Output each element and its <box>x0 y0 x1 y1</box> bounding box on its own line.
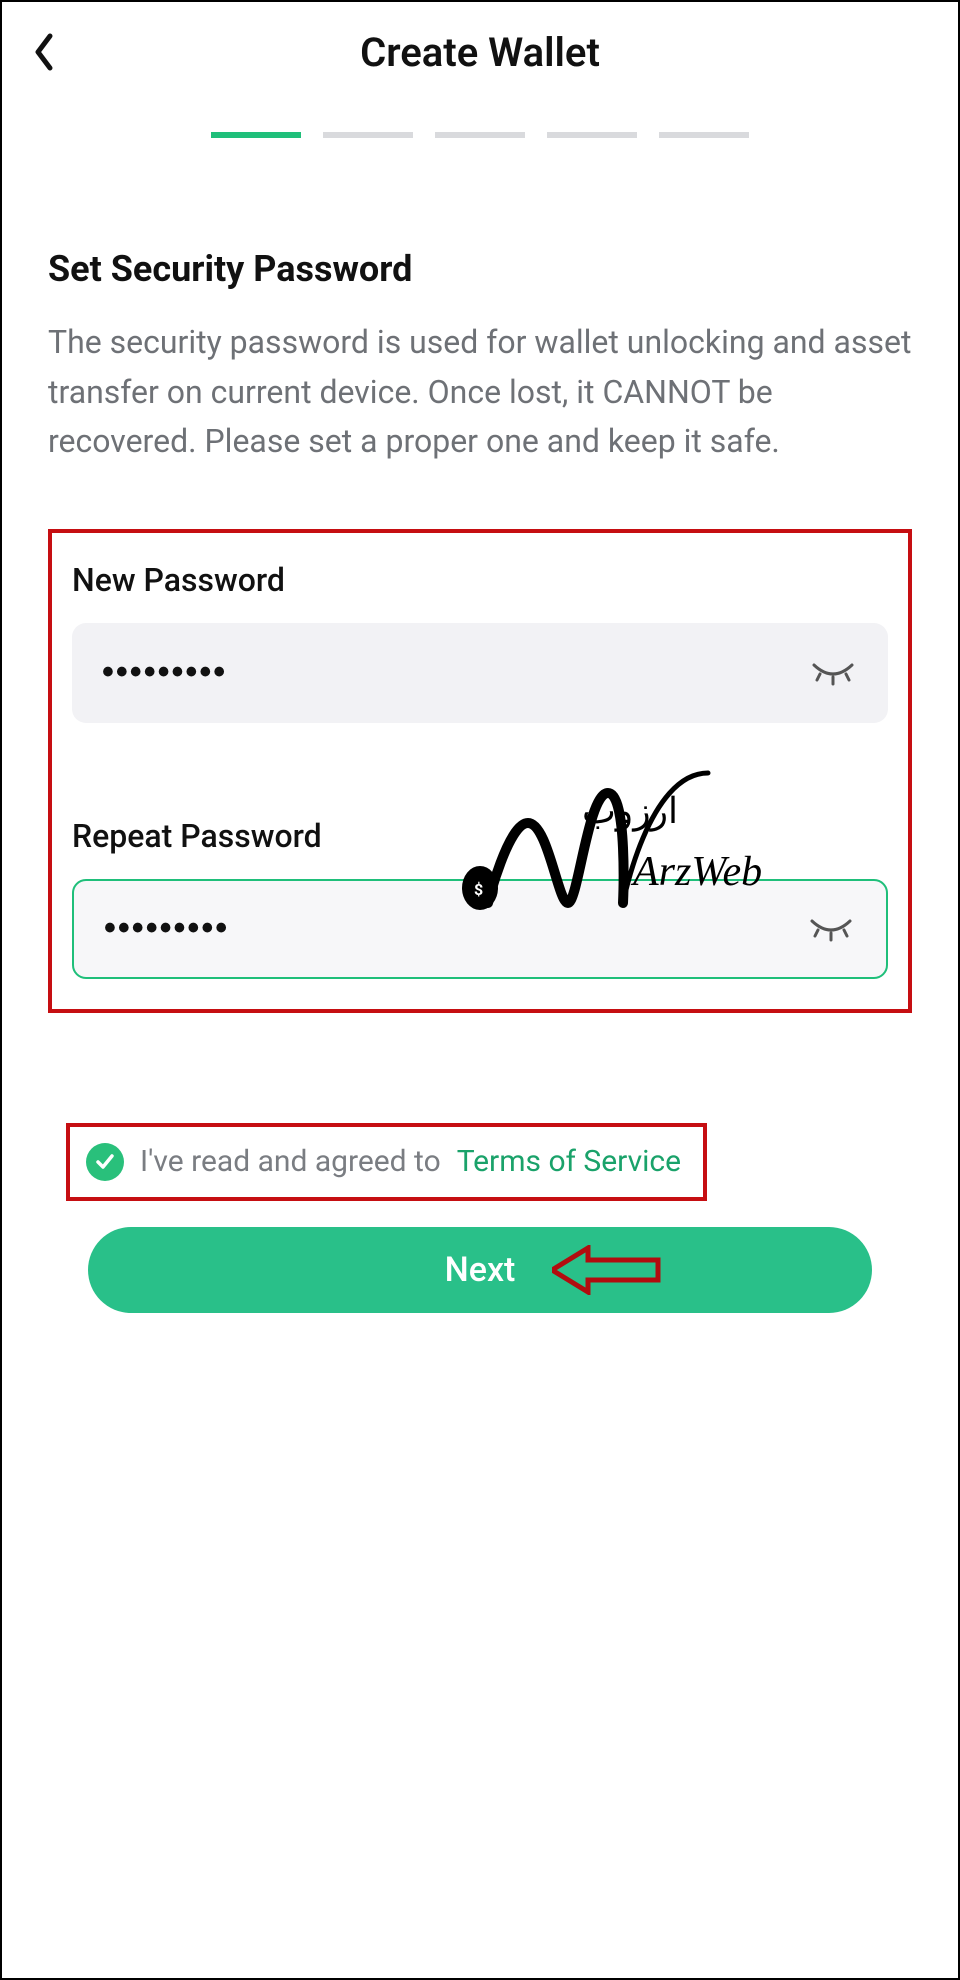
repeat-password-value: ••••••••• <box>104 909 806 948</box>
new-password-input[interactable]: ••••••••• <box>72 623 888 723</box>
page-title: Create Wallet <box>32 29 928 76</box>
step-3 <box>435 132 525 138</box>
watermark-persian-text: ارزوب <box>582 790 678 832</box>
terms-of-service-link[interactable]: Terms of Service <box>457 1144 681 1179</box>
step-1 <box>211 132 301 138</box>
terms-checkbox[interactable] <box>86 1143 124 1181</box>
eye-closed-icon[interactable] <box>808 659 858 687</box>
new-password-value: ••••••••• <box>102 653 808 692</box>
password-fields-annotation: New Password ••••••••• Repeat Password •… <box>48 529 912 1013</box>
terms-annotation: I've read and agreed to Terms of Service <box>66 1123 707 1201</box>
arrow-left-annotation-icon <box>552 1245 662 1295</box>
progress-steps <box>2 132 958 138</box>
terms-text: I've read and agreed to <box>140 1144 441 1179</box>
step-2 <box>323 132 413 138</box>
eye-closed-icon[interactable] <box>806 915 856 943</box>
next-button-label: Next <box>445 1250 516 1290</box>
header: Create Wallet <box>2 2 958 102</box>
step-5 <box>659 132 749 138</box>
section-description: The security password is used for wallet… <box>48 318 912 467</box>
new-password-label: New Password <box>72 561 888 599</box>
section-heading: Set Security Password <box>48 248 912 290</box>
step-4 <box>547 132 637 138</box>
watermark-latin-text: ArzWeb <box>630 849 762 895</box>
svg-text:$: $ <box>474 880 483 899</box>
next-button[interactable]: Next <box>88 1227 872 1313</box>
watermark-logo: $ ArzWeb ارزوب <box>448 763 788 913</box>
